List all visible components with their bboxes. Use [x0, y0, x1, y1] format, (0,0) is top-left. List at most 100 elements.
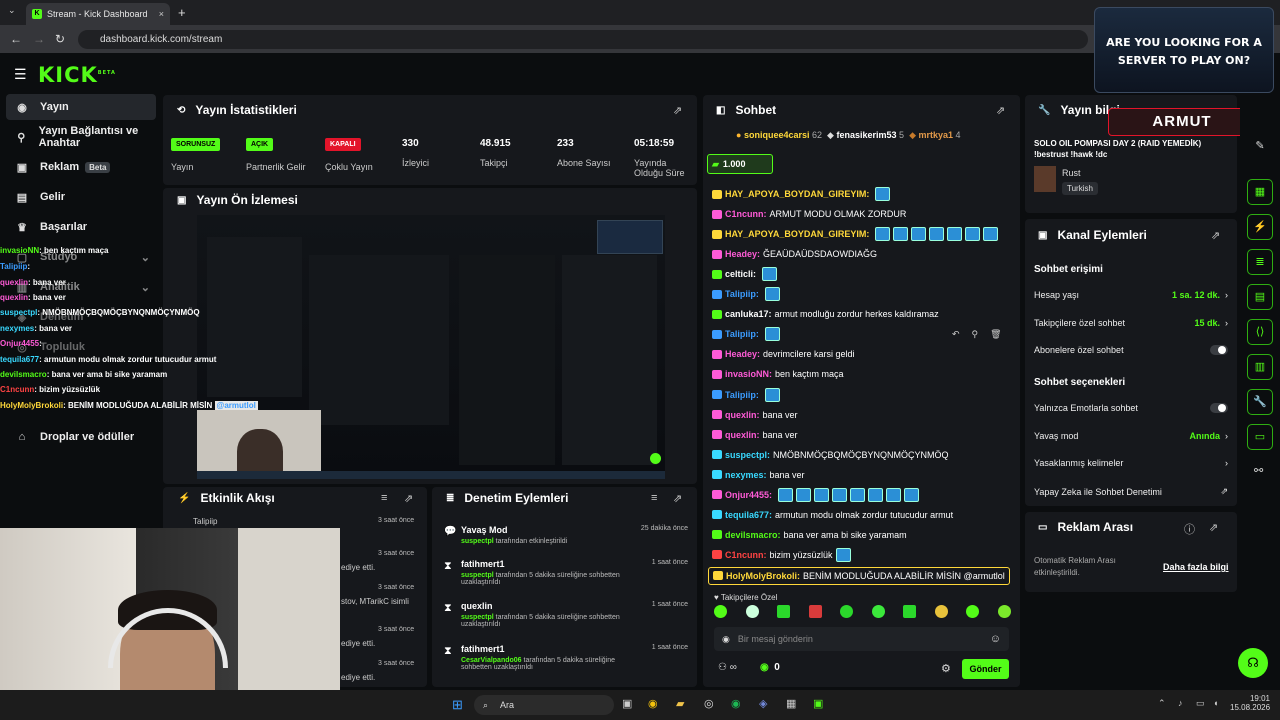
browser-tab[interactable]: K Stream - Kick Dashboard ×	[26, 3, 170, 25]
chat-message[interactable]: quexlin: bana ver	[712, 427, 798, 443]
emote-only-toggle[interactable]	[1210, 403, 1228, 413]
filter-icon[interactable]: ≡	[381, 492, 387, 504]
chat-message[interactable]: Talipiip:	[712, 286, 780, 302]
chat-message[interactable]: devilsmacro: bana ver ama bi sike yaramam	[712, 527, 907, 543]
taskbar-search[interactable]: ⌕ Ara	[474, 695, 614, 715]
tray-chevron-icon[interactable]: ⌃	[1158, 698, 1166, 709]
mod-item-title[interactable]: fatihmert1	[461, 644, 505, 654]
rail-wrench-icon[interactable]: 🔧	[1247, 389, 1273, 415]
rail-share-icon[interactable]: ⚯	[1254, 464, 1263, 477]
rail-stats-icon[interactable]: ▦	[1247, 179, 1273, 205]
category-thumbnail[interactable]	[1034, 166, 1056, 192]
tab-close-icon[interactable]: ×	[159, 9, 164, 19]
chat-message[interactable]: suspectpl: NMÖBNMÖÇBQMÖÇBYNQNMÖÇYNMÖQ	[712, 447, 949, 463]
gifter-name[interactable]: soniquee4carsi	[744, 130, 810, 140]
rail-chat-icon[interactable]: ▤	[1247, 284, 1273, 310]
clock[interactable]: 19:01 15.08.2026	[1230, 694, 1270, 712]
spotify-icon[interactable]: ◉	[731, 697, 741, 710]
rail-ad-icon[interactable]: ▭	[1247, 424, 1273, 450]
chat-username[interactable]: quexlin:	[725, 410, 760, 420]
setting-account-age[interactable]: Hesap yaşı 1 sa. 12 dk. ›	[1034, 290, 1228, 300]
chrome-icon[interactable]: ◉	[648, 697, 658, 710]
emote-icon[interactable]	[871, 605, 885, 618]
emote-icon[interactable]	[997, 605, 1011, 618]
send-button[interactable]: Gönder	[962, 659, 1009, 679]
emote-icon[interactable]	[966, 605, 980, 618]
chat-username[interactable]: HAY_APOYA_BOYDAN_GIREYIM:	[725, 189, 869, 199]
chat-username[interactable]: Talipiip:	[725, 390, 759, 400]
chat-username[interactable]: suspectpl:	[725, 450, 770, 460]
emote-icon[interactable]	[840, 605, 854, 618]
chat-message[interactable]: Headey: devrimcilere karsi geldi	[712, 346, 855, 362]
gifter-name[interactable]: mrtkya1	[919, 130, 954, 140]
link-chain-icon[interactable]: ∞	[730, 662, 737, 673]
mod-actor[interactable]: CesarVialpando06	[461, 657, 522, 664]
file-explorer-icon[interactable]: ▰	[676, 697, 684, 710]
sidebar-item-gelir[interactable]: ▤ Gelir	[6, 184, 156, 210]
chat-username[interactable]: C1ncunn:	[725, 550, 767, 560]
sidebar-item-stream-key[interactable]: ⚲ Yayın Bağlantısı ve Anahtar	[6, 124, 166, 150]
chat-username[interactable]: Headey:	[725, 349, 760, 359]
chat-username[interactable]: tequila677:	[725, 510, 772, 520]
chat-username[interactable]: invasioNN:	[725, 369, 772, 379]
chat-message[interactable]: Headey: ĞEAÜDAÜDSDAOWDIAĞG	[712, 246, 877, 262]
setting-followers-only[interactable]: Takipçilere özel sohbet 15 dk. ›	[1034, 318, 1228, 328]
setting-banned-words[interactable]: Yasaklanmış kelimeler ›	[1034, 458, 1228, 468]
volume-icon[interactable]: ◖	[1213, 698, 1218, 708]
chat-message[interactable]: quexlin: bana ver	[712, 407, 798, 423]
kick-app-icon[interactable]: ▣	[813, 697, 823, 710]
back-icon[interactable]: ←	[10, 32, 22, 46]
emote-icon[interactable]	[745, 605, 759, 618]
chat-message[interactable]: invasioNN: ben kaçtım maça	[712, 366, 844, 382]
chat-message[interactable]: canluka17: armut modluğu zordur herkes ka…	[712, 306, 939, 322]
rail-code-icon[interactable]: ⟨⟩	[1247, 319, 1273, 345]
rail-bolt-icon[interactable]: ⚡	[1247, 214, 1273, 240]
chat-username[interactable]: canluka17:	[725, 309, 772, 319]
mod-actor[interactable]: suspectpl	[461, 538, 494, 545]
emoji-icon[interactable]: ☺	[990, 633, 1001, 645]
chat-username[interactable]: celticli:	[725, 269, 756, 279]
emote-icon[interactable]	[777, 605, 791, 618]
mod-actor[interactable]: suspectpl	[461, 614, 494, 621]
tab-list-chevron-icon[interactable]: ⌄	[8, 5, 16, 16]
new-tab-button[interactable]: +	[178, 5, 186, 20]
kick-logo[interactable]: KICKBETA	[38, 63, 116, 87]
chat-message[interactable]: celticli:	[712, 266, 778, 282]
filter-icon[interactable]: ≡	[651, 492, 657, 504]
emote-icon[interactable]	[808, 605, 822, 618]
forward-icon[interactable]: →	[33, 32, 45, 46]
emote-icon[interactable]	[714, 605, 727, 618]
chat-username[interactable]: Talipiip:	[725, 289, 759, 299]
task-view-icon[interactable]: ▣	[622, 697, 632, 710]
chat-input[interactable]: ◉ Bir mesaj gönderin ☺	[714, 627, 1009, 651]
emote-icon[interactable]	[903, 605, 917, 618]
learn-more-link[interactable]: Daha fazla bilgi	[1163, 562, 1229, 572]
mod-actor[interactable]: suspectpl	[461, 572, 494, 579]
chat-message[interactable]: C1ncunn: bizim yüzsüzlük	[712, 547, 851, 563]
menu-icon[interactable]: ☰	[14, 66, 27, 83]
users-icon[interactable]: ⚇	[718, 662, 727, 673]
expand-icon[interactable]: ⇗	[996, 104, 1005, 117]
chat-username[interactable]: C1ncunn:	[725, 209, 767, 219]
chat-settings-icon[interactable]: ⚙	[941, 662, 951, 675]
channel-points[interactable]: ◉ 0	[760, 662, 780, 673]
edit-icon[interactable]: ✎	[1247, 134, 1273, 160]
sidebar-item-yayin[interactable]: ◉ Yayın	[6, 94, 156, 120]
app-icon[interactable]: ▦	[786, 697, 796, 710]
support-chat-icon[interactable]: ☊	[1238, 648, 1268, 678]
chat-message[interactable]: Talipiip:	[712, 326, 780, 342]
network-icon[interactable]: ▭	[1196, 698, 1205, 709]
rail-channel-icon[interactable]: ▥	[1247, 354, 1273, 380]
chat-username[interactable]: HolyMolyBrokoli:	[726, 571, 800, 581]
chat-username[interactable]: HAY_APOYA_BOYDAN_GIREYIM:	[725, 229, 869, 239]
delete-icon[interactable]: 🗑	[990, 329, 1001, 340]
expand-icon[interactable]: ⇗	[673, 492, 682, 505]
chat-message[interactable]: nexymes: bana ver	[712, 467, 805, 483]
chat-message[interactable]: C1ncunn: ARMUT MODU OLMAK ZORDUR	[712, 206, 906, 222]
mic-icon[interactable]: ♪	[1178, 698, 1183, 708]
url-field[interactable]: dashboard.kick.com/stream	[78, 30, 1088, 49]
windows-start-icon[interactable]: ⊞	[452, 697, 463, 713]
emote-icon[interactable]	[934, 605, 948, 618]
sidebar-item-droplar[interactable]: ⌂ Droplar ve ödüller	[6, 424, 156, 450]
mod-item-title[interactable]: fatihmert1	[461, 559, 505, 569]
